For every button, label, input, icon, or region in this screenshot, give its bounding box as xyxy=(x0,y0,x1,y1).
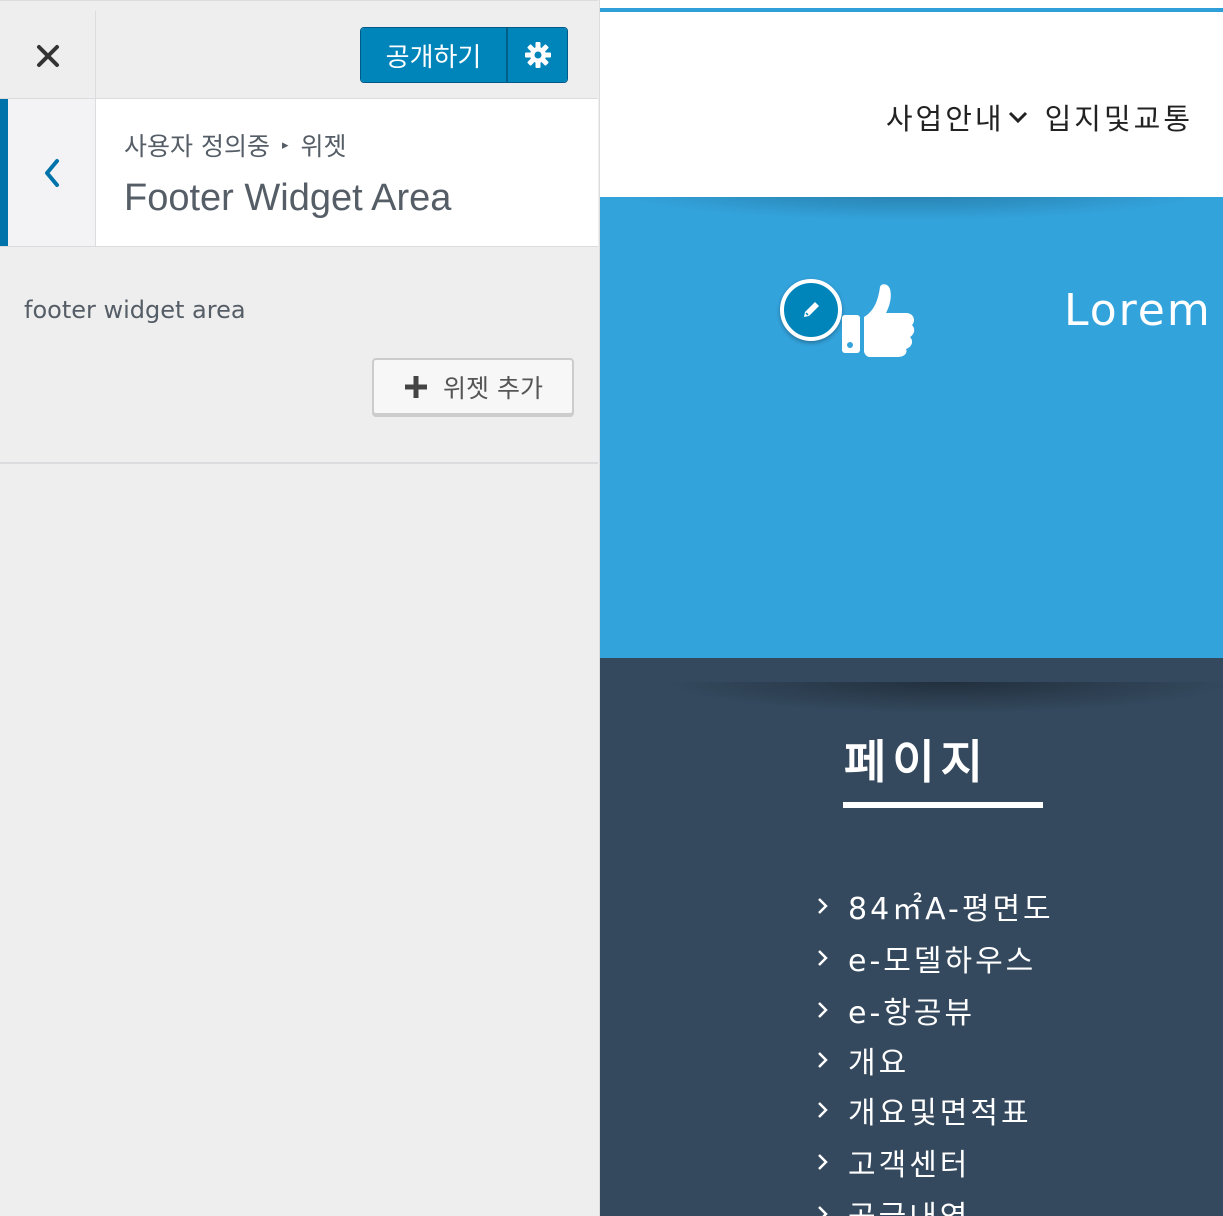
footer-widget-title: 페이지 xyxy=(844,735,989,789)
close-icon xyxy=(36,44,59,67)
nav-item-business[interactable]: 사업안내 xyxy=(886,96,1029,138)
footer-shadow xyxy=(640,682,1223,716)
chevron-right-icon xyxy=(816,1204,830,1216)
chevron-right-icon xyxy=(816,1000,830,1020)
breadcrumb-current: 위젯 xyxy=(300,132,347,161)
add-widget-button[interactable]: 위젯 추가 xyxy=(372,358,574,415)
chevron-right-icon xyxy=(816,896,830,916)
chevron-right-icon xyxy=(816,1152,830,1172)
chevron-right-icon xyxy=(816,1050,830,1070)
footer-page-link[interactable]: e-항공뷰 xyxy=(816,984,1054,1036)
customizer-sidebar: 공개하기 사용자 정의중 ▸ 위젯 Footer Widget Area foo… xyxy=(0,0,600,1216)
section-header: 사용자 정의중 ▸ 위젯 Footer Widget Area xyxy=(0,99,598,247)
add-widget-label: 위젯 추가 xyxy=(443,373,543,403)
chevron-right-icon xyxy=(816,1100,830,1120)
publish-settings-button[interactable] xyxy=(508,28,567,82)
footer-page-label: 개요 xyxy=(848,1046,910,1081)
chevron-down-icon xyxy=(1008,111,1027,124)
footer-page-link[interactable]: 84㎡A-평면도 xyxy=(816,880,1054,932)
footer-page-label: e-항공뷰 xyxy=(848,996,976,1031)
site-preview: 사업안내 입지및교통 Lorem I 페이지 xyxy=(600,0,1223,1216)
footer-page-label: 공급내역 xyxy=(848,1192,970,1216)
footer-page-label: 개요및면적표 xyxy=(848,1096,1032,1131)
footer-page-link[interactable]: 개요및면적표 xyxy=(816,1084,1054,1136)
footer-page-link[interactable]: 개요 xyxy=(816,1036,1054,1084)
widget-area-description: footer widget area xyxy=(24,296,246,324)
footer-title-underline xyxy=(843,802,1043,808)
footer-page-link[interactable]: e-모델하우스 xyxy=(816,932,1054,984)
footer-page-link[interactable]: 공급내역 xyxy=(816,1188,1054,1216)
thumbs-up-icon xyxy=(842,284,915,357)
breadcrumb: 사용자 정의중 ▸ 위젯 xyxy=(124,127,347,163)
breadcrumb-parent: 사용자 정의중 xyxy=(124,132,270,161)
customizer-header: 공개하기 xyxy=(0,0,598,100)
back-button[interactable] xyxy=(0,99,96,246)
divider xyxy=(0,462,598,464)
section-title: Footer Widget Area xyxy=(124,177,452,219)
nav-item-label: 사업안내 xyxy=(885,102,1005,136)
nav-item-label: 입지및교통 xyxy=(1044,102,1193,136)
close-button[interactable] xyxy=(0,11,96,100)
pencil-icon xyxy=(804,302,819,317)
footer-page-link[interactable]: 고객센터 xyxy=(816,1136,1054,1188)
hero-shadow xyxy=(600,197,1223,221)
chevron-right-icon xyxy=(816,948,830,968)
publish-button[interactable]: 공개하기 xyxy=(361,28,508,82)
footer-page-label: 고객센터 xyxy=(848,1148,971,1183)
footer-page-list: 84㎡A-평면도 e-모델하우스 e-항공뷰 개요 개요및면적표 고객센터 xyxy=(816,880,1054,1216)
breadcrumb-separator: ▸ xyxy=(281,137,289,153)
main-navigation: 사업안내 입지및교통 xyxy=(886,96,1193,138)
edit-shortcut-button[interactable] xyxy=(780,279,842,341)
nav-item-location[interactable]: 입지및교통 xyxy=(1045,96,1193,138)
chevron-left-icon xyxy=(44,158,59,187)
site-footer: 페이지 84㎡A-평면도 e-모델하우스 e-항공뷰 개요 개요및면적표 고객센… xyxy=(600,658,1223,1216)
hero-section: Lorem I xyxy=(600,197,1223,658)
gear-icon xyxy=(524,42,551,68)
footer-page-label: e-모델하우스 xyxy=(848,944,1037,979)
site-header: 사업안내 입지및교통 xyxy=(600,12,1223,197)
hero-heading: Lorem I xyxy=(1064,285,1223,336)
plus-icon xyxy=(405,375,428,398)
footer-page-label: 84㎡A-평면도 xyxy=(848,892,1054,927)
publish-button-group: 공개하기 xyxy=(360,27,568,83)
